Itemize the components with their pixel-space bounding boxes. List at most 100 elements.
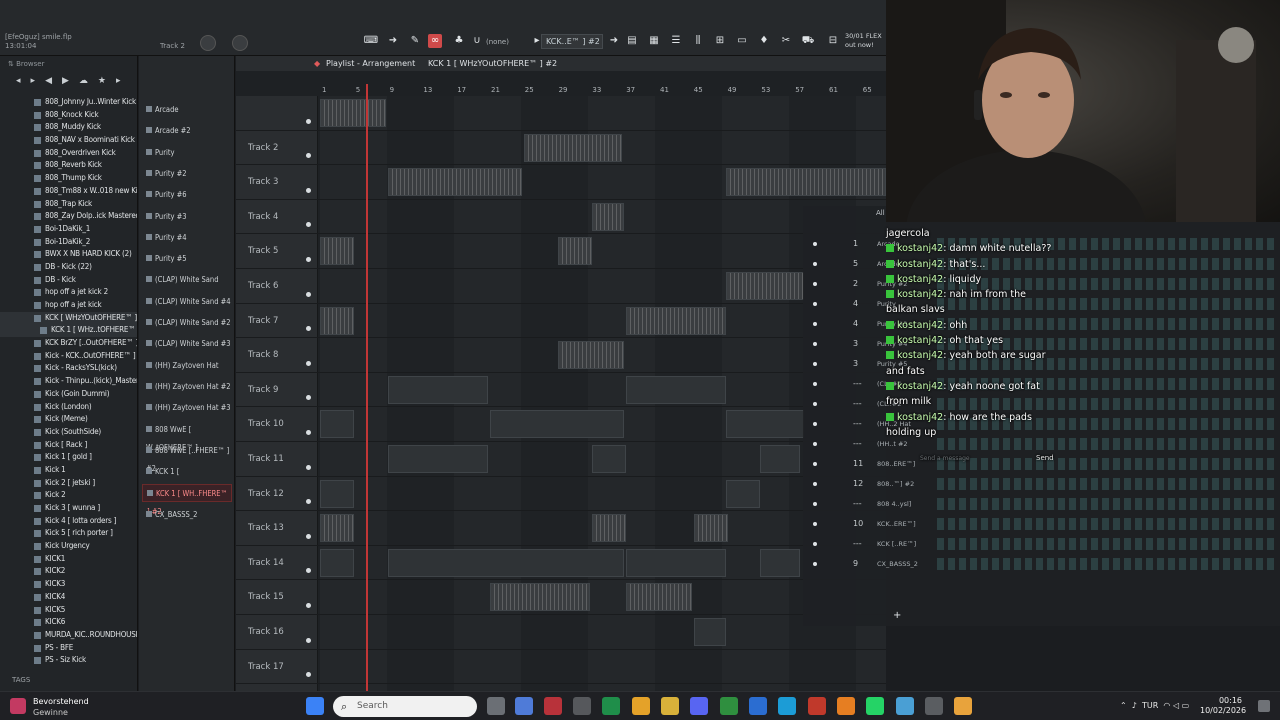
back-icon[interactable]: ◂	[16, 76, 21, 86]
chat-username[interactable]: kostanj42	[886, 320, 943, 331]
channel-rack-icon[interactable]: ▦	[647, 34, 661, 48]
track-lane[interactable]	[320, 476, 886, 511]
chrome-icon[interactable]	[632, 697, 650, 715]
menu-icon[interactable]: ▸	[116, 76, 121, 86]
channel-led[interactable]	[813, 362, 817, 366]
weather-widget[interactable]: Bevorstehend Gewinne	[10, 695, 130, 719]
pattern-clip[interactable]	[388, 445, 488, 473]
track-header[interactable]: Track 10	[236, 407, 318, 441]
track-enable-led[interactable]	[306, 153, 311, 159]
pattern-clip[interactable]	[388, 168, 522, 197]
task-view-icon[interactable]	[487, 697, 505, 715]
browser-item[interactable]: KICK2	[0, 565, 137, 578]
track-header[interactable]: Track 9	[236, 372, 318, 407]
browser-item[interactable]: 808_Trap Kick	[0, 198, 137, 211]
track-lane[interactable]	[320, 407, 886, 441]
browser-item[interactable]: MURDA_KIC..ROUNDHOUSE	[0, 629, 137, 642]
pattern-clip[interactable]	[726, 272, 804, 300]
snap-value[interactable]: (none)	[486, 38, 509, 46]
track-enable-led[interactable]	[306, 222, 311, 228]
track-enable-led[interactable]	[306, 637, 311, 643]
picker-item[interactable]: KCK 1 [ WHz..tOFHERE™ ]	[142, 463, 232, 494]
channel-row[interactable]: 9 CX_BASSS_2	[803, 554, 1280, 574]
track-header[interactable]: Track 7	[236, 303, 318, 338]
step-sequencer[interactable]	[937, 558, 1277, 570]
channel-led[interactable]	[813, 262, 817, 266]
track-enable-led[interactable]	[306, 256, 311, 262]
battery-icon[interactable]: ▭	[1182, 701, 1190, 710]
browser-item[interactable]: 808_Reverb Kick	[0, 159, 137, 172]
store-icon[interactable]	[573, 697, 591, 715]
channel-led[interactable]	[813, 502, 817, 506]
pattern-clip[interactable]	[320, 99, 386, 127]
step-sequencer[interactable]	[937, 498, 1277, 510]
pattern-clip[interactable]	[558, 237, 592, 266]
picker-item[interactable]: Arcade	[142, 101, 232, 119]
channel-mixer-track[interactable]: 9	[853, 559, 858, 568]
browser-item[interactable]: Kick 3 [ wunna ]	[0, 502, 137, 515]
track-header[interactable]: Track 16	[236, 615, 318, 649]
picker-item[interactable]: Purity #6	[142, 186, 232, 204]
discord-icon[interactable]	[690, 697, 708, 715]
chat-username[interactable]: kostanj42	[886, 243, 943, 254]
pattern-clip[interactable]	[320, 479, 354, 508]
channel-mixer-track[interactable]: 1	[853, 239, 858, 248]
pattern-clip[interactable]	[726, 479, 760, 508]
browser-item[interactable]: 808_Zay Dolp..ick Mastered	[0, 210, 137, 223]
track-lane[interactable]	[320, 165, 886, 199]
picker-item[interactable]: (HH) Zaytoven Hat	[142, 357, 232, 375]
channel-mixer-track[interactable]: ---	[853, 379, 862, 388]
pattern-clip[interactable]	[388, 375, 488, 404]
track-lane[interactable]	[320, 511, 886, 545]
browser-item[interactable]: 808_Knock Kick	[0, 109, 137, 122]
browser-item[interactable]: 808_Muddy Kick	[0, 121, 137, 134]
track-header[interactable]	[236, 96, 318, 130]
browser-item[interactable]: Kick (London)	[0, 401, 137, 414]
browser-item[interactable]: KICK6	[0, 616, 137, 629]
notification-icon[interactable]	[1258, 700, 1270, 712]
forward-icon[interactable]: ▸	[31, 76, 36, 86]
app-icon[interactable]	[896, 697, 914, 715]
pattern-clip[interactable]	[320, 410, 354, 439]
picker-item[interactable]: KCK 1 [ WH..FHERE™ ] #2	[142, 484, 232, 516]
track-header[interactable]: Track 11	[236, 442, 318, 476]
browser-item[interactable]: Kick (Goin Dummi)	[0, 388, 137, 401]
app-icon[interactable]	[749, 697, 767, 715]
channel-mixer-track[interactable]: 2	[853, 279, 858, 288]
track-enable-led[interactable]	[306, 533, 311, 539]
channel-mixer-track[interactable]: ---	[853, 399, 862, 408]
app-icon[interactable]	[544, 697, 562, 715]
pattern-clip[interactable]	[760, 445, 800, 473]
channel-mixer-track[interactable]: ---	[853, 539, 862, 548]
timeline-ruler[interactable]: 1 5 9 13 17 21 25 29 33 37 41 45 49 53 57 61 65	[320, 84, 886, 96]
app-icon[interactable]	[925, 697, 943, 715]
app-icon[interactable]	[808, 697, 826, 715]
track-header[interactable]: Track 17	[236, 649, 318, 684]
picker-item[interactable]: Purity #5	[142, 250, 232, 268]
track-enable-led[interactable]	[306, 187, 311, 193]
stamp-icon[interactable]: ♣	[452, 34, 466, 48]
chat-send-button[interactable]: Send	[1036, 451, 1054, 466]
news-panel[interactable]: 30/01 FLEX out now!	[845, 32, 882, 50]
track-header[interactable]: Track 13	[236, 511, 318, 545]
channel-led[interactable]	[813, 442, 817, 446]
track-lane[interactable]	[320, 199, 886, 234]
channel-mixer-track[interactable]: ---	[853, 499, 862, 508]
track-lane[interactable]	[320, 96, 886, 130]
channel-led[interactable]	[813, 402, 817, 406]
browser-item[interactable]: Boi-1DaKik_2	[0, 236, 137, 249]
picker-item[interactable]: (CLAP) White Sand #3	[142, 335, 232, 353]
pattern-clip[interactable]	[490, 410, 624, 439]
language-indicator[interactable]: TUR	[1142, 701, 1158, 710]
channel-row[interactable]: --- 808 4..ysl]	[803, 494, 1280, 514]
pattern-clip[interactable]	[626, 375, 726, 404]
channel-filter[interactable]: All	[876, 209, 885, 217]
playlist-pattern[interactable]: KCK 1 [ WHzYOutOFHERE™ ] #2	[428, 56, 557, 71]
picker-item[interactable]: (CLAP) White Sand #2	[142, 314, 232, 332]
pattern-clip[interactable]	[320, 548, 354, 577]
channel-led[interactable]	[813, 342, 817, 346]
step-sequencer[interactable]	[937, 518, 1277, 530]
pattern-clip[interactable]	[626, 583, 692, 612]
picker-item[interactable]: (HH) Zaytoven Hat #3	[142, 399, 232, 417]
browser-item[interactable]: 808_Johnny Ju..Winter Kick	[0, 96, 137, 109]
